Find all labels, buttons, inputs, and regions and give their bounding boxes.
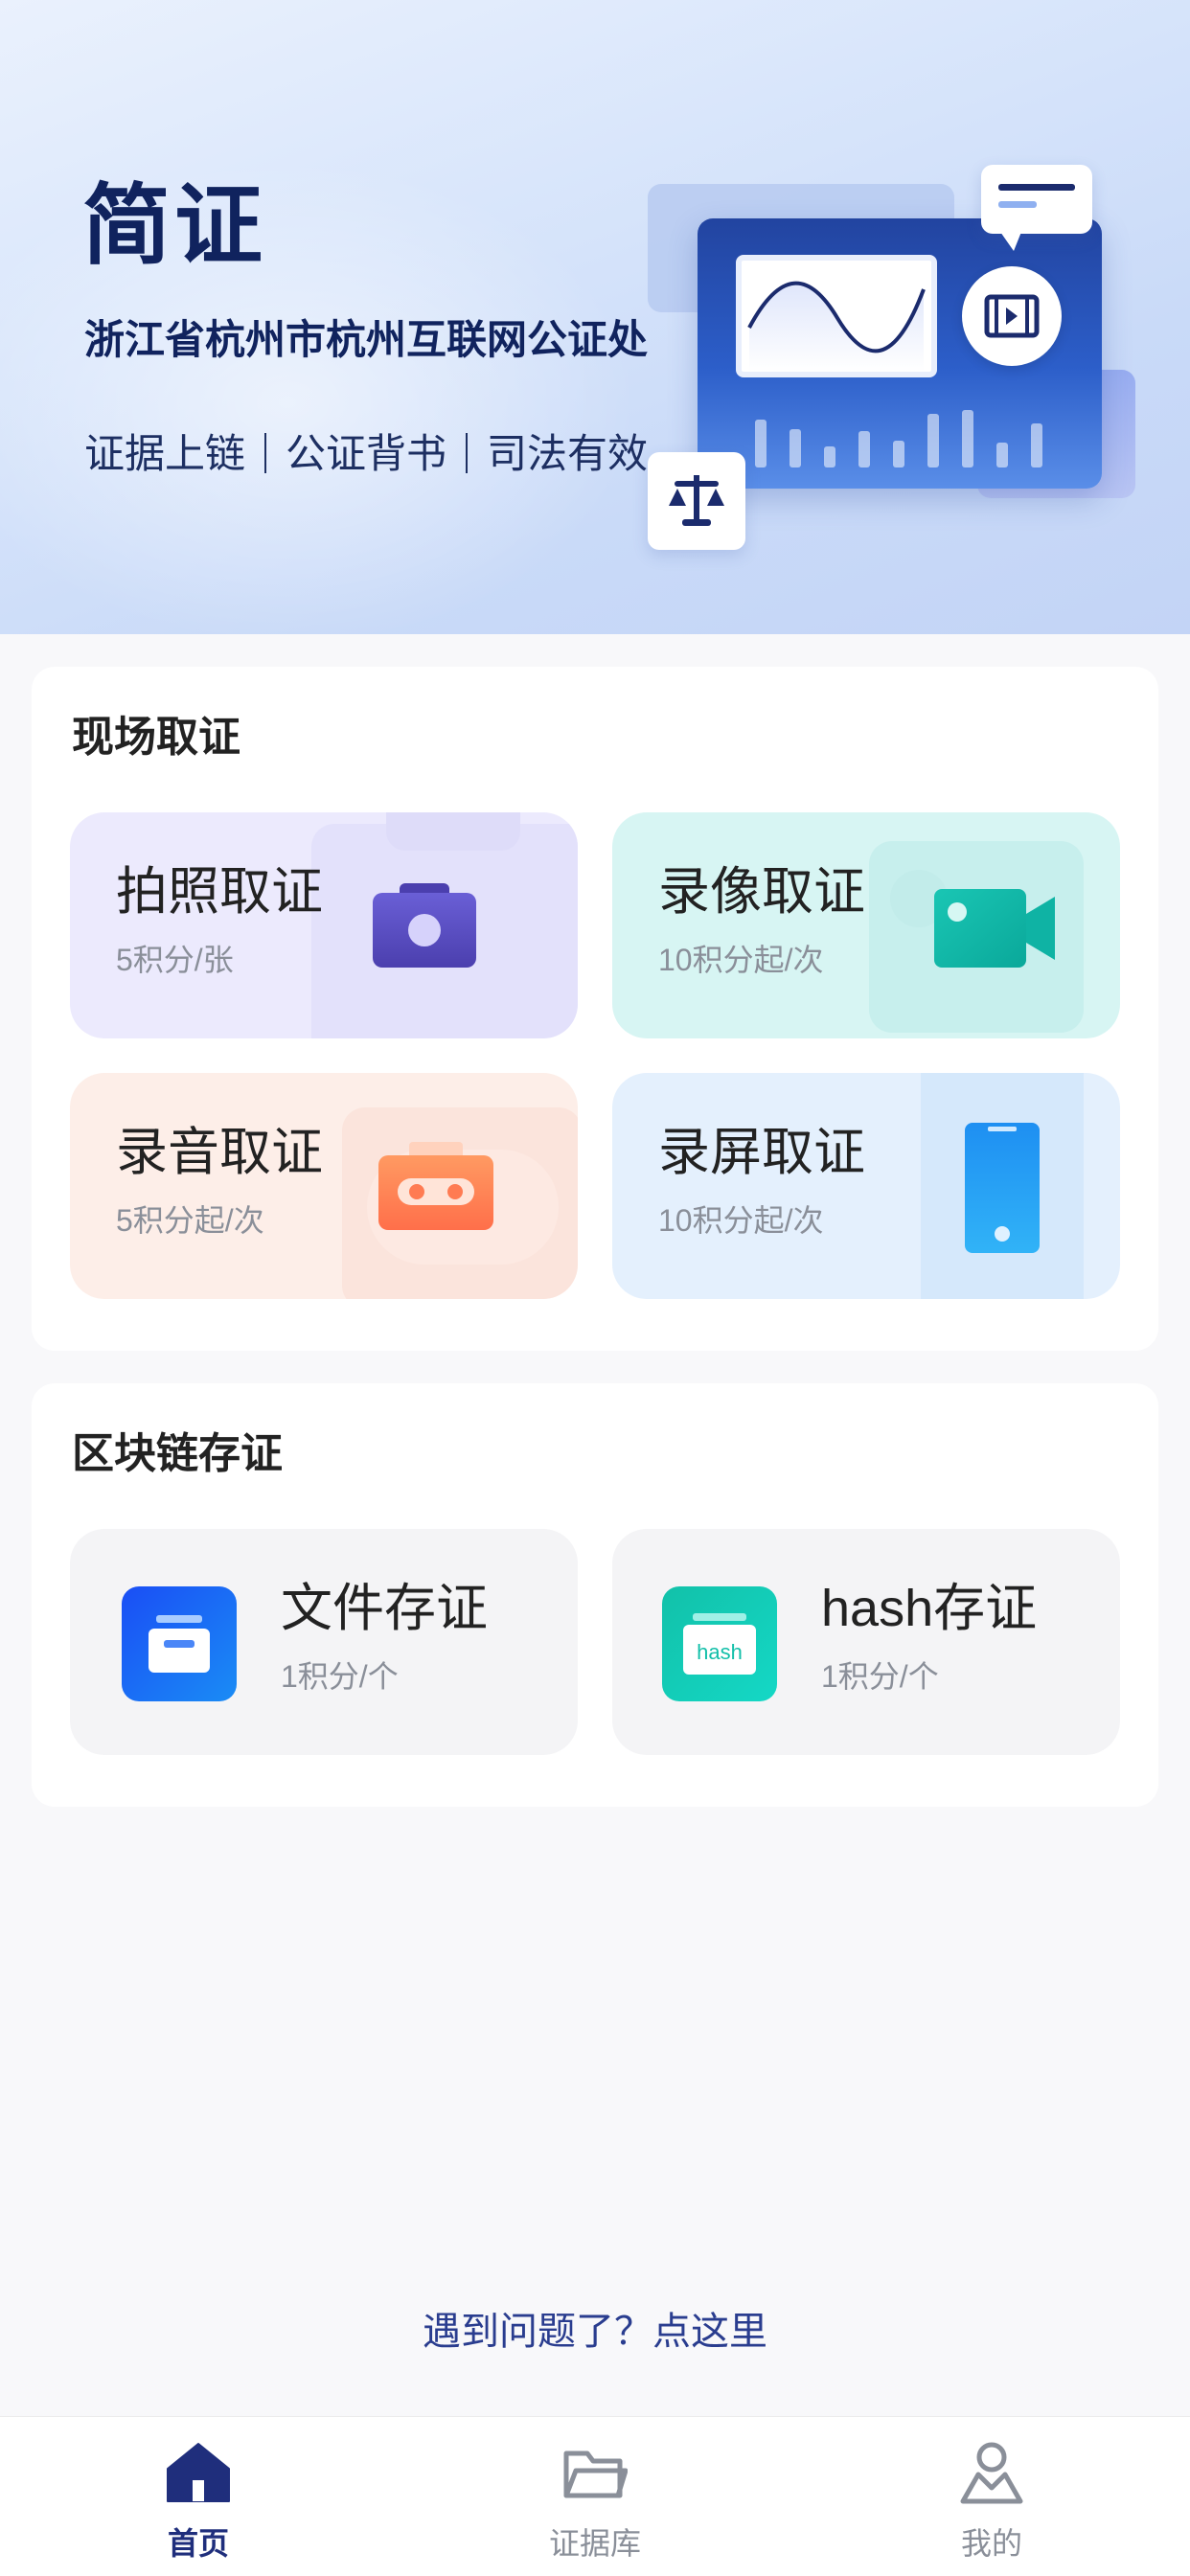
onsite-evidence-section: 现场取证 拍照取证 5积分/张 录像取证 10积分起/次 录音取证 5积分起/次… — [32, 667, 1158, 1351]
card-label: 文件存证 — [281, 1580, 488, 1637]
camera-icon — [369, 878, 480, 978]
hash-icon: hash — [662, 1586, 777, 1706]
card-label: 录音取证 — [116, 1124, 323, 1181]
film-play-icon — [962, 266, 1062, 366]
card-price: 1积分/个 — [821, 1659, 939, 1694]
tab-home[interactable]: 首页 — [0, 2417, 397, 2576]
hero-tag: 证据上链 — [84, 431, 246, 476]
card-label: 录屏取证 — [658, 1124, 865, 1181]
section-title: 区块链存证 — [72, 1430, 283, 1477]
tab-mine[interactable]: 我的 — [793, 2417, 1190, 2576]
chart-illustration-icon — [736, 255, 937, 377]
illustration-monitor — [698, 218, 1102, 489]
blockchain-section: 区块链存证 文件存证 1积分/个 hash hash存证 1积分/个 — [32, 1383, 1158, 1807]
card-price: 5积分/张 — [116, 943, 234, 977]
card-label: hash存证 — [821, 1580, 1038, 1637]
card-price: 10积分起/次 — [658, 943, 824, 977]
phone-icon — [961, 1119, 1043, 1264]
hero-tag: 司法有效 — [487, 431, 649, 476]
bottom-tab-bar: 首页 证据库 我的 — [0, 2416, 1190, 2576]
hero-banner: 简证 浙江省杭州市杭州互联网公证处 证据上链 公证背书 司法有效 — [0, 0, 1190, 634]
card-price: 10积分起/次 — [658, 1203, 824, 1238]
card-price: 1积分/个 — [281, 1659, 399, 1694]
tag-divider — [264, 433, 267, 473]
justice-scale-icon — [648, 452, 745, 550]
card-label: 录像取证 — [658, 863, 865, 921]
tag-divider — [466, 433, 469, 473]
notary-office-name: 浙江省杭州市杭州互联网公证处 — [84, 317, 649, 362]
tab-evidence-library[interactable]: 证据库 — [397, 2417, 793, 2576]
help-link[interactable]: 遇到问题了？点这里 — [0, 2313, 1190, 2351]
cassette-tape-icon — [377, 1136, 495, 1237]
screen-record-evidence-card[interactable]: 录屏取证 10积分起/次 — [612, 1073, 1120, 1299]
hash-deposit-card[interactable]: hash hash存证 1积分/个 — [612, 1529, 1120, 1755]
card-label: 拍照取证 — [116, 863, 323, 921]
card-price: 5积分起/次 — [116, 1203, 264, 1238]
tab-label: 证据库 — [548, 2526, 641, 2561]
video-camera-icon — [934, 885, 1059, 976]
file-deposit-card[interactable]: 文件存证 1积分/个 — [70, 1529, 578, 1755]
folder-icon — [562, 2440, 629, 2505]
tab-label: 首页 — [167, 2526, 229, 2561]
audio-evidence-card[interactable]: 录音取证 5积分起/次 — [70, 1073, 578, 1299]
home-icon — [166, 2440, 231, 2505]
app-title: 简证 — [82, 177, 267, 275]
hero-tag: 公证背书 — [286, 431, 447, 476]
video-evidence-card[interactable]: 录像取证 10积分起/次 — [612, 812, 1120, 1038]
chat-bubble-icon — [981, 165, 1092, 251]
hero-tags: 证据上链 公证背书 司法有效 — [84, 433, 648, 474]
person-icon — [959, 2440, 1024, 2505]
photo-evidence-card[interactable]: 拍照取证 5积分/张 — [70, 812, 578, 1038]
bars-illustration — [755, 400, 1071, 467]
section-title: 现场取证 — [72, 714, 240, 761]
hash-icon-text: hash — [697, 1640, 743, 1664]
inbox-tray-icon — [122, 1586, 237, 1706]
tab-label: 我的 — [960, 2526, 1022, 2561]
